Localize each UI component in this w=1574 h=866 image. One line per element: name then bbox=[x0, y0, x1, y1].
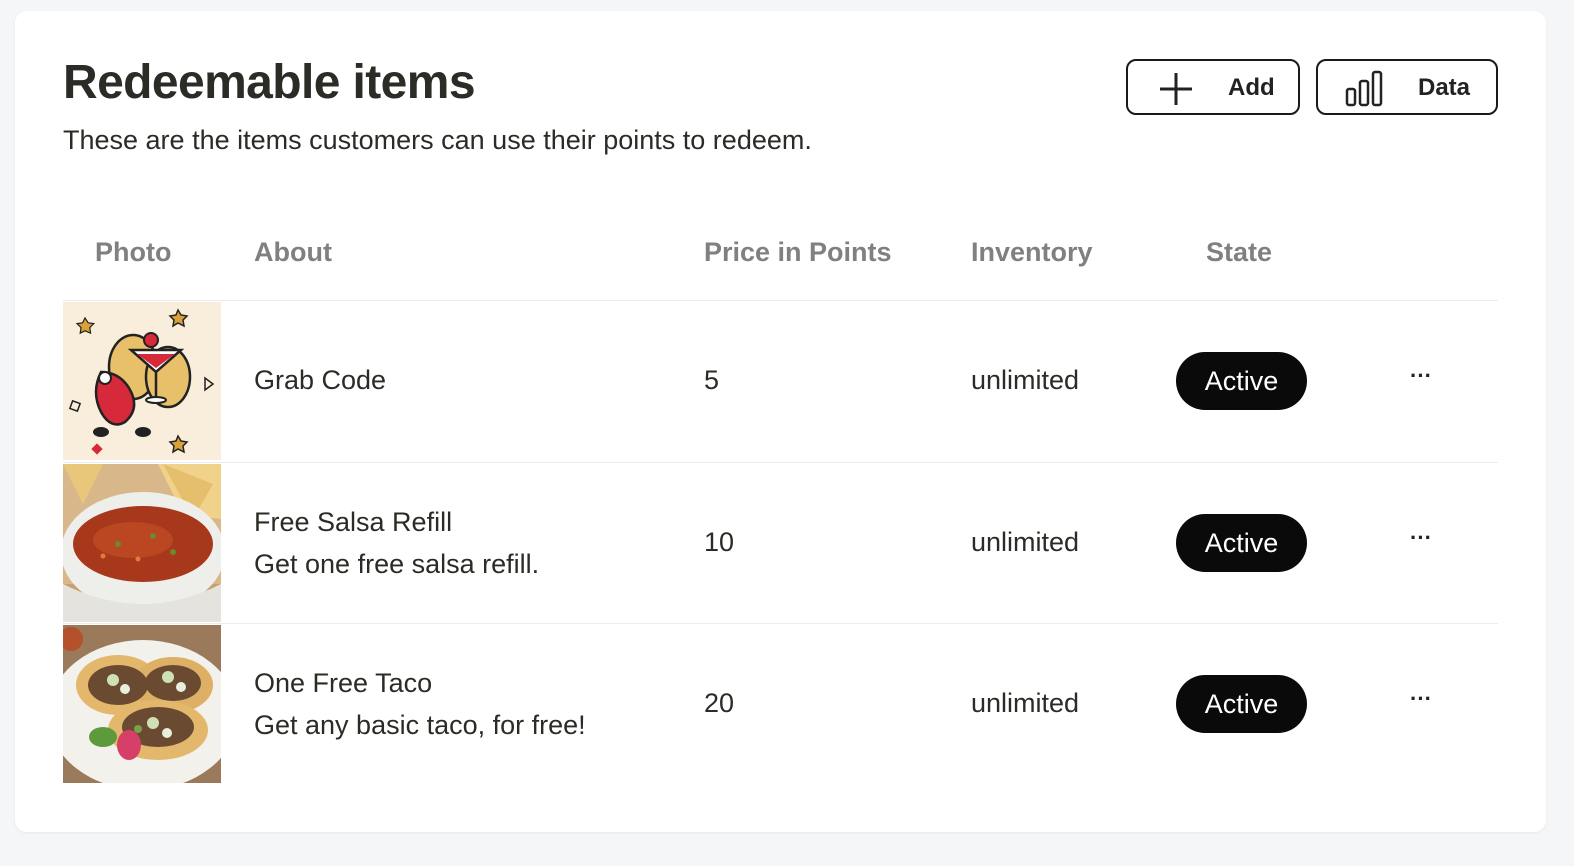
column-header-inventory: Inventory bbox=[971, 237, 1093, 267]
table-row[interactable]: Free Salsa Refill Get one free salsa ref… bbox=[63, 463, 1498, 623]
item-price: 20 bbox=[704, 688, 735, 718]
status-badge: Active bbox=[1176, 675, 1307, 733]
more-options-button[interactable]: ··· bbox=[1406, 365, 1436, 395]
item-description: Get any basic taco, for free! bbox=[254, 710, 586, 740]
item-photo-taco bbox=[63, 625, 221, 783]
bar-chart-icon bbox=[1345, 70, 1383, 107]
redeemable-items-card: Redeemable items These are the items cus… bbox=[15, 11, 1546, 832]
more-options-button[interactable]: ··· bbox=[1406, 688, 1436, 718]
table-row[interactable]: One Free Taco Get any basic taco, for fr… bbox=[63, 624, 1498, 784]
item-inventory: unlimited bbox=[971, 688, 1080, 718]
more-options-button[interactable]: ··· bbox=[1406, 527, 1436, 557]
item-description: Get one free salsa refill. bbox=[254, 549, 540, 579]
item-price: 10 bbox=[704, 527, 735, 557]
page-subtitle: These are the items customers can use th… bbox=[63, 125, 812, 155]
column-header-photo: Photo bbox=[95, 237, 172, 267]
plus-icon bbox=[1160, 73, 1192, 105]
item-name: Free Salsa Refill bbox=[254, 507, 453, 537]
item-photo-grab-code bbox=[63, 302, 221, 460]
status-badge: Active bbox=[1176, 514, 1307, 572]
item-inventory: unlimited bbox=[971, 527, 1080, 557]
add-button[interactable]: Add bbox=[1126, 59, 1300, 115]
data-button[interactable]: Data bbox=[1316, 59, 1498, 115]
item-inventory: unlimited bbox=[971, 365, 1080, 395]
page-title: Redeemable items bbox=[63, 56, 476, 109]
data-button-label: Data bbox=[1418, 74, 1471, 101]
item-price: 5 bbox=[704, 365, 720, 395]
table-row[interactable]: Grab Code 5 unlimited Active ··· bbox=[63, 301, 1498, 461]
item-name: One Free Taco bbox=[254, 668, 433, 698]
item-photo-salsa bbox=[63, 464, 221, 622]
column-header-state: State bbox=[1206, 237, 1273, 267]
add-button-label: Add bbox=[1228, 74, 1275, 101]
status-badge: Active bbox=[1176, 352, 1307, 410]
column-header-price: Price in Points bbox=[704, 237, 892, 267]
item-name: Grab Code bbox=[254, 365, 387, 395]
column-header-about: About bbox=[254, 237, 332, 267]
